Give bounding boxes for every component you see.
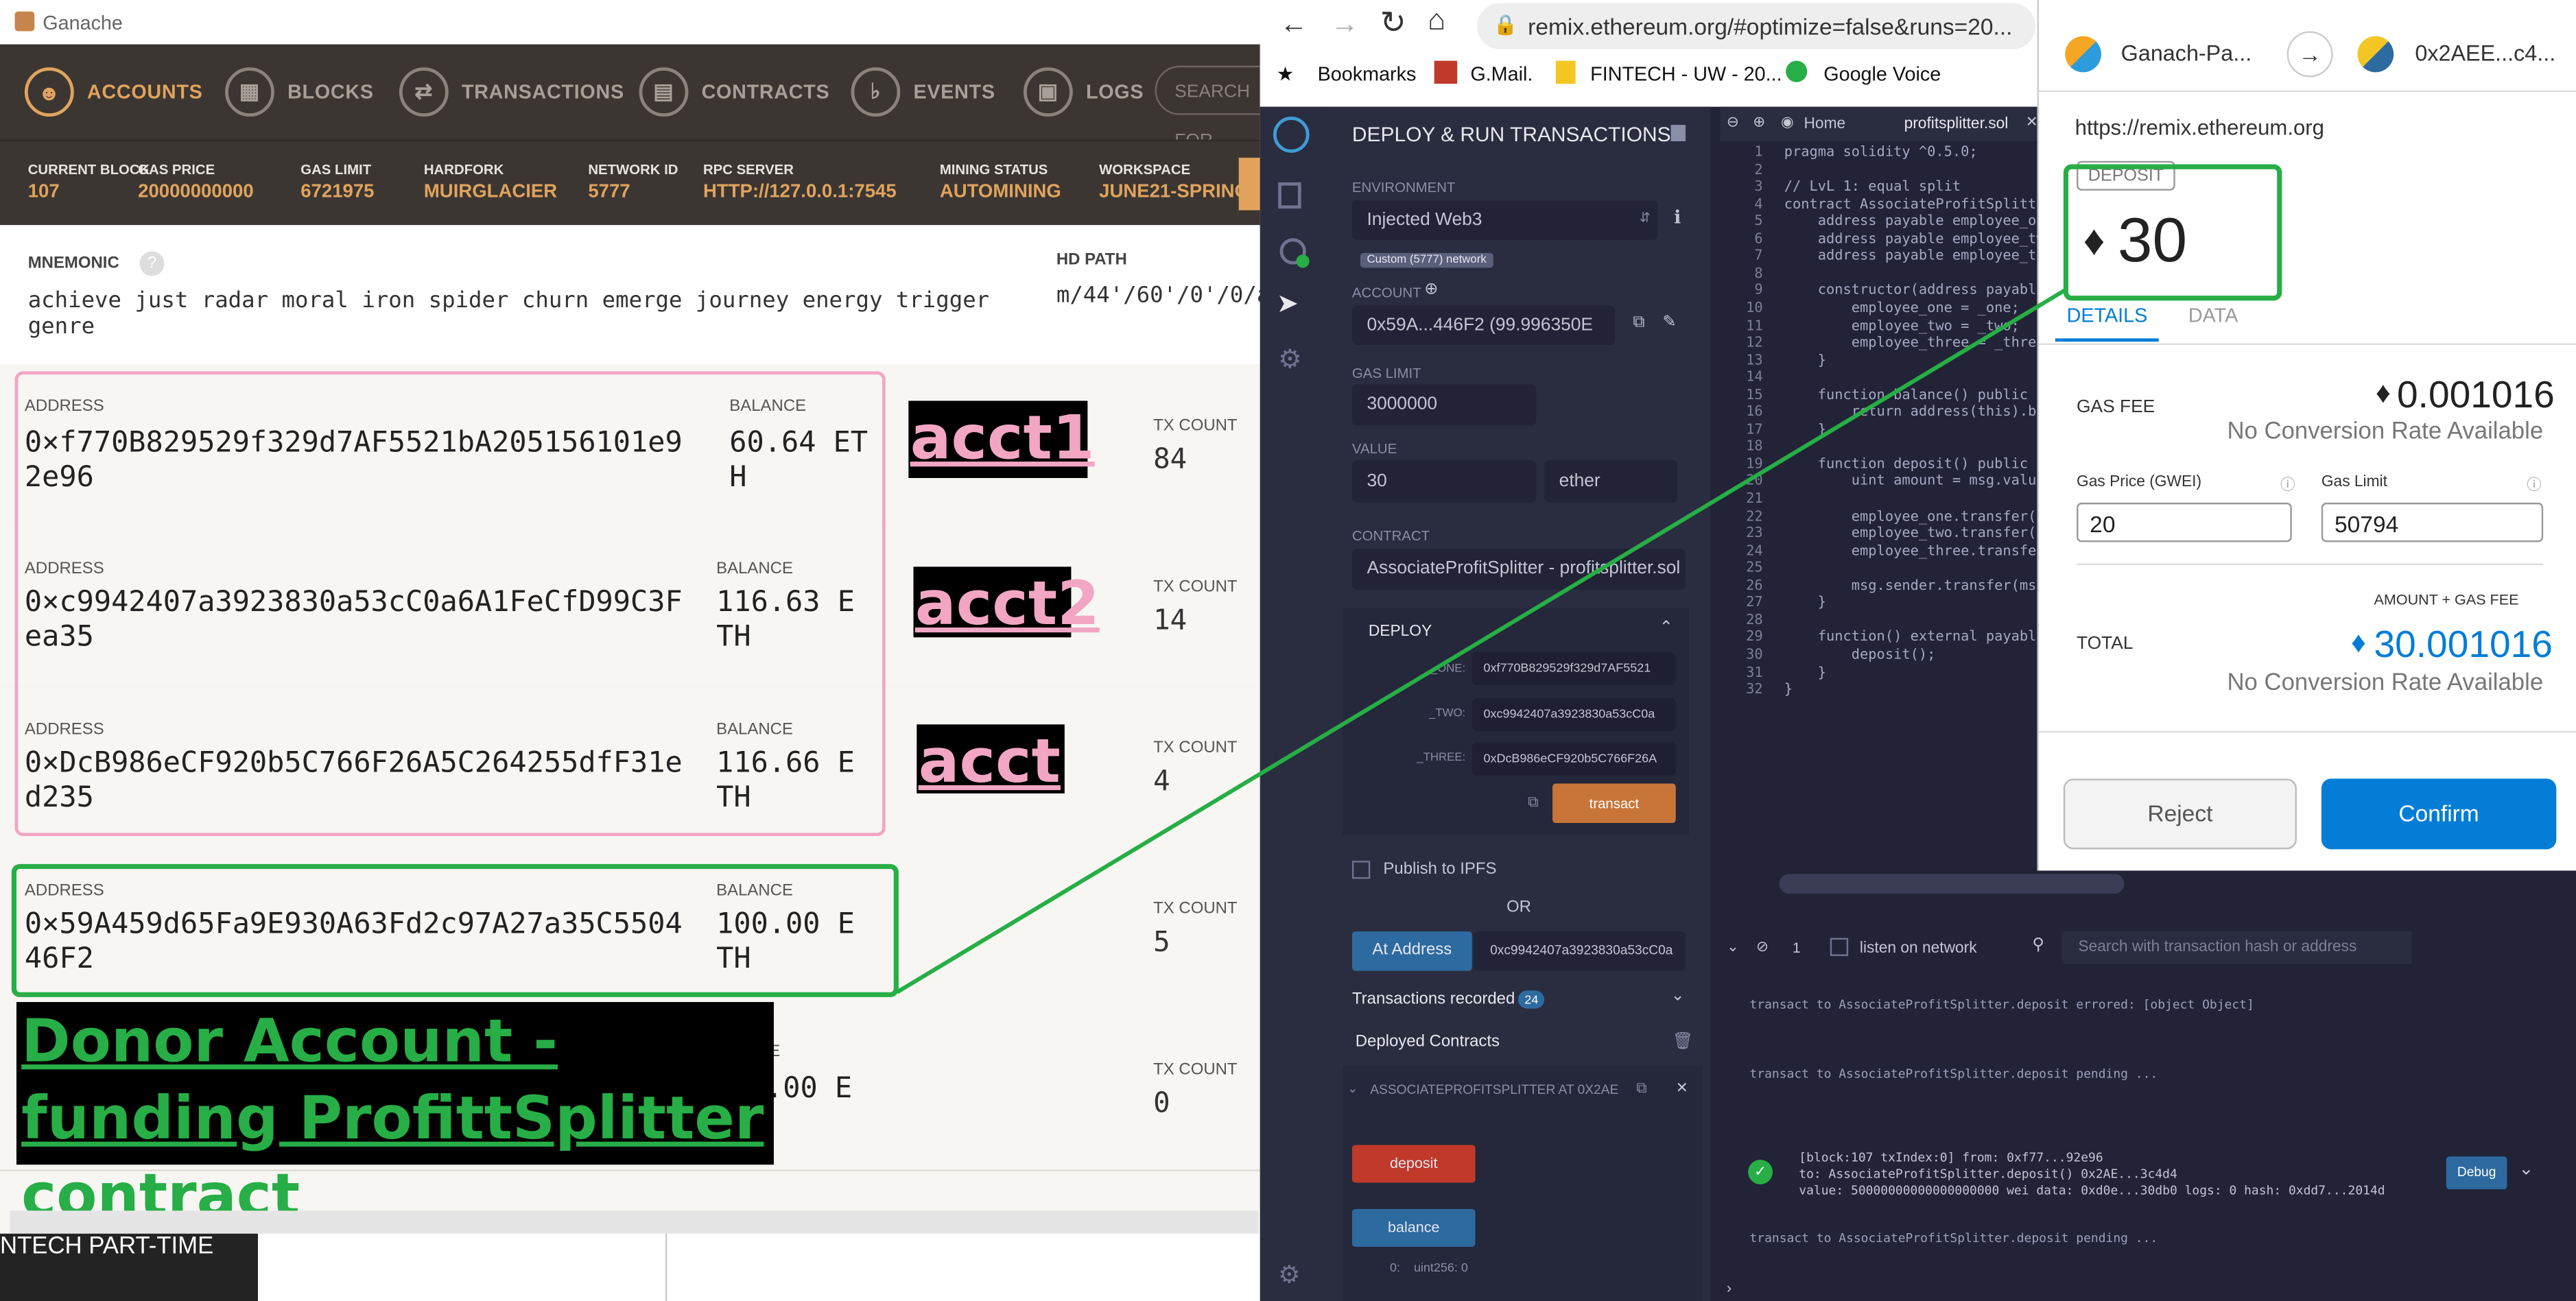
screenshot-stage: Ganache ☻ ACCOUNTS ▦ BLOCKS ⇄ TRANSACTIO… <box>0 0 2576 1301</box>
annotation-connector <box>896 287 2068 994</box>
